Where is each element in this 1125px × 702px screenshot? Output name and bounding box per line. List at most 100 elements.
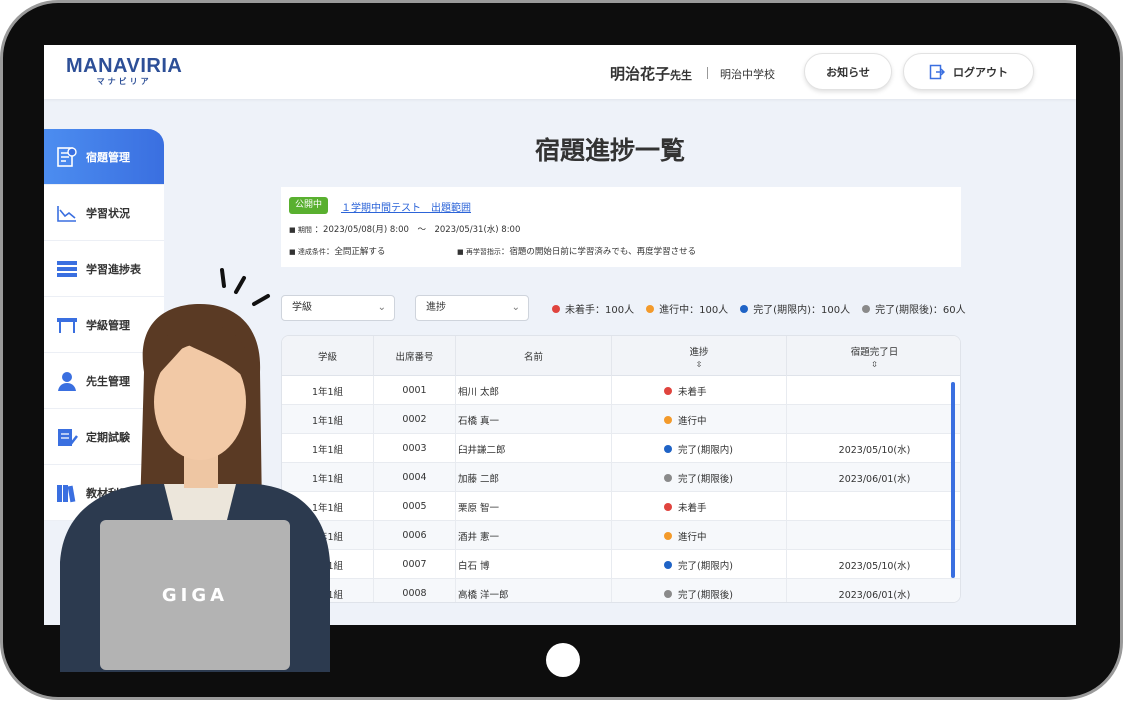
chevron-down-icon: ⌄ [511, 302, 520, 313]
relearn-label: ■ 再学習指示 [457, 248, 501, 256]
teacher-suffix: 先生 [670, 69, 693, 82]
cell-number-text: 0001 [402, 385, 427, 396]
cell-progress: 完了(期限後) [612, 463, 787, 492]
header-divider [707, 67, 708, 79]
table-row[interactable]: 1年1組 0002 石橋 真一 進行中 [282, 405, 960, 434]
chart-icon [57, 205, 76, 222]
status-dot-icon [664, 386, 672, 395]
cell-progress: 未着手 [612, 376, 787, 405]
cell-progress-text: 進行中 [678, 531, 707, 543]
page-title: 宿題進捗一覧 [534, 136, 685, 165]
cell-name: 石橋 真一 [456, 405, 612, 434]
status-dot-icon [664, 415, 672, 424]
cell-number-text: 0006 [402, 530, 427, 541]
home-button[interactable] [546, 643, 580, 677]
status-dot-icon [664, 444, 672, 453]
cell-date-text: 2023/06/01(水) [838, 473, 911, 485]
table-header: 学級 出席番号 名前 進捗 ⇳ 宿題完了日 ⇳ [282, 336, 960, 376]
relearn-value: ：宿題の開始日前に学習済みでも、再度学習させる [500, 247, 697, 257]
cell-progress-text: 完了(期限内) [678, 444, 733, 456]
cell-name-text: 相川 太郎 [458, 386, 500, 398]
table-scrollbar[interactable] [951, 382, 955, 578]
status-badge: 公開中 [289, 197, 329, 214]
table-row[interactable]: 1年1組 0003 臼井謙二郎 完了(期限内) 2023/05/10(水) [282, 434, 960, 463]
cell-number-text: 0007 [402, 559, 427, 570]
logout-label: ログアウト [953, 65, 1008, 79]
progress-legend: 未着手：100人 進行中：100人 完了(期限内)：100人 完了(期限後)：6… [552, 301, 966, 316]
cell-number: 0001 [374, 376, 456, 405]
cell-number: 0006 [374, 521, 456, 550]
table-row[interactable]: 1年1組0008高橋 洋一郎完了(期限後)2023/06/01(水) [282, 579, 960, 602]
cell-date: 2023/05/10(水) [787, 434, 960, 463]
cell-progress: 未着手 [612, 492, 787, 521]
cell-progress-text: 進行中 [678, 415, 707, 427]
column-header-label: 進捗 [689, 346, 709, 358]
condition-row: ■ 達成条件：全問正解する [289, 245, 385, 257]
orange-dot-icon [646, 304, 655, 313]
sidebar-item-learning-status[interactable]: 学習状況 [44, 185, 164, 241]
laptop-label: GIGA [161, 584, 229, 606]
status-dot-icon [664, 560, 672, 569]
cell-name: 高橋 洋一郎 [456, 579, 612, 602]
cell-number: 0003 [374, 434, 456, 463]
period-value: ：2023/05/08(月) 8:00 ～ 2023/05/31(水) 8:00 [314, 225, 521, 235]
cell-name: 加藤 二郎 [456, 463, 612, 492]
cell-date: 2023/05/10(水) [787, 550, 960, 579]
table-row[interactable]: 1年1組 0006 酒井 憲一 進行中 [282, 521, 960, 550]
cell-name-text: 石橋 真一 [458, 415, 500, 427]
notice-button[interactable]: お知らせ [804, 53, 892, 90]
cell-progress-text: 未着手 [678, 386, 707, 398]
cell-name-text: 栗原 智一 [458, 502, 500, 514]
cell-number: 0007 [374, 550, 456, 579]
column-header-name[interactable]: 名前 [456, 336, 612, 376]
table-row[interactable]: 1年1組0007白石 博完了(期限内)2023/05/10(水) [282, 550, 960, 579]
sort-icon[interactable]: ⇳ [696, 360, 703, 369]
status-dot-icon [664, 589, 672, 598]
cell-progress-text: 未着手 [678, 502, 707, 514]
homework-link[interactable]: １学期中間テスト 出題範囲 [341, 199, 471, 214]
logout-button[interactable]: ログアウト [903, 53, 1034, 90]
column-header-progress[interactable]: 進捗 ⇳ [612, 336, 787, 376]
school-name: 明治中学校 [720, 68, 775, 81]
column-header-number[interactable]: 出席番号 [374, 336, 456, 376]
cell-number: 0004 [374, 463, 456, 492]
table-row[interactable]: 1年1組 0005 栗原 智一 未着手 [282, 492, 960, 521]
cell-name-text: 酒井 憲一 [458, 531, 500, 543]
column-header-label: 出席番号 [395, 352, 434, 363]
chevron-down-icon: ⌄ [377, 302, 386, 313]
cell-name-text: 加藤 二郎 [458, 473, 500, 485]
cell-date-text: 2023/05/10(水) [838, 444, 911, 456]
sort-icon[interactable]: ⇳ [871, 360, 878, 369]
table-row[interactable]: 1年1組 0001 相川 太郎 未着手 [282, 376, 960, 405]
cell-date-text: 2023/06/01(水) [838, 589, 911, 601]
cell-number: 0008 [374, 579, 456, 602]
cell-progress: 進行中 [612, 405, 787, 434]
status-dot-icon [664, 502, 672, 511]
blue-dot-icon [740, 304, 749, 313]
logo-text: MANAVIRIA [66, 55, 183, 77]
column-header-label: 名前 [523, 352, 543, 363]
cell-name-text: 高橋 洋一郎 [458, 589, 509, 601]
cell-progress: 完了(期限後) [612, 579, 787, 602]
column-header-date[interactable]: 宿題完了日 ⇳ [787, 336, 960, 376]
cell-number-text: 0003 [402, 443, 427, 454]
cell-date [787, 405, 960, 434]
exclaim-lines-icon [220, 268, 270, 306]
progress-select-value: 進捗 [426, 302, 446, 313]
cell-date-text: 2023/05/10(水) [838, 560, 911, 572]
notice-label: お知らせ [826, 65, 870, 79]
cell-number-text: 0008 [402, 588, 427, 599]
table-row[interactable]: 1年1組 0004 加藤 二郎 完了(期限後) 2023/06/01(水) [282, 463, 960, 492]
cell-name: 白石 博 [456, 550, 612, 579]
status-dot-icon [664, 531, 672, 540]
cell-progress-text: 完了(期限後) [678, 589, 733, 601]
cell-progress: 完了(期限内) [612, 434, 787, 463]
progress-select[interactable]: 進捗 ⌄ [415, 295, 529, 321]
logo[interactable]: MANAVIRIA マナビリア [66, 55, 182, 87]
header: MANAVIRIA マナビリア 明治花子先生 明治中学校 お知らせ ログアウト [44, 45, 1076, 99]
cell-date [787, 492, 960, 521]
column-header-label: 宿題完了日 [850, 346, 899, 358]
shirt-shape [164, 484, 236, 524]
cell-progress-text: 完了(期限後) [678, 473, 733, 485]
homework-info-card: 公開中 １学期中間テスト 出題範囲 ■ 期間 ：2023/05/08(月) 8:… [281, 187, 961, 267]
